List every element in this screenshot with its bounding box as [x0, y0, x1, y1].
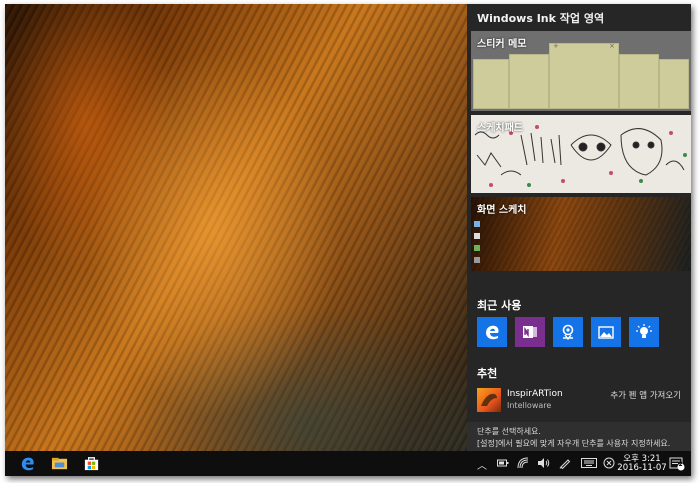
screen: Windows Ink 작업 영역 + × 스티커 메모 스케치패드 화면 스케…	[5, 4, 691, 476]
maps-icon	[562, 324, 574, 341]
sketchpad-label: 스케치패드	[477, 123, 523, 134]
photos-icon	[598, 326, 614, 339]
photos-app-tile[interactable]	[591, 317, 621, 347]
notification-count: 2	[678, 461, 683, 468]
battery-icon[interactable]	[497, 458, 509, 468]
onenote-icon	[523, 326, 537, 338]
store-icon[interactable]	[83, 455, 100, 472]
inspirartion-app-icon[interactable]	[477, 388, 501, 412]
sticky-note	[619, 54, 659, 109]
keyboard-icon[interactable]	[581, 458, 597, 468]
get-more-pen-apps-link[interactable]: 추가 펜 앱 가져오기	[610, 389, 681, 401]
close-circle-icon[interactable]	[603, 457, 615, 469]
sticky-note	[659, 59, 689, 109]
sketchpad-tile[interactable]: 스케치패드	[471, 115, 691, 193]
bird-icon	[481, 393, 497, 406]
panel-title: Windows Ink 작업 영역	[477, 12, 605, 25]
maps-app-tile[interactable]	[553, 317, 583, 347]
panel-footer: 단추를 선택하세요. [설정]에서 필요에 맞게 자우개 단추를 사용자 지정하…	[467, 422, 691, 451]
footer-hint-line1: 단추를 선택하세요.	[477, 427, 541, 436]
add-icon: +	[553, 42, 559, 50]
onenote-app-tile[interactable]	[515, 317, 545, 347]
lightbulb-icon	[636, 324, 652, 338]
volume-icon[interactable]	[537, 457, 550, 469]
sticky-note: + ×	[549, 42, 619, 109]
edge-app-tile[interactable]	[477, 317, 507, 347]
windows-ink-workspace: Windows Ink 작업 영역 + × 스티커 메모 스케치패드 화면 스케…	[467, 4, 691, 451]
edge-icon	[486, 325, 499, 340]
sticky-note	[473, 59, 509, 109]
network-icon[interactable]	[517, 457, 529, 469]
suggested-app-publisher: Intelloware	[507, 401, 552, 410]
mini-desktop-icons	[474, 221, 480, 263]
screen-sketch-tile[interactable]: 화면 스케치	[471, 197, 691, 271]
chevron-up-icon[interactable]: ︿	[477, 457, 487, 472]
sticky-notes-tile[interactable]: + × 스티커 메모	[471, 31, 691, 111]
action-center-button[interactable]: 2	[669, 456, 685, 471]
screen-sketch-label: 화면 스케치	[477, 205, 527, 216]
footer-hint-line2[interactable]: [설정]에서 필요에 맞게 자우개 단추를 사용자 지정하세요.	[477, 438, 670, 449]
tips-app-tile[interactable]	[629, 317, 659, 347]
taskbar: ︿ 오후 3:21 2016-11-07 2	[5, 451, 691, 476]
edge-icon[interactable]	[19, 455, 36, 472]
recently-used-label: 최근 사용	[477, 299, 522, 312]
sticky-note	[509, 54, 549, 109]
pen-icon[interactable]	[559, 457, 571, 469]
clock-date[interactable]: 2016-11-07	[617, 463, 667, 473]
suggested-app-name[interactable]: InspirARTion	[507, 389, 563, 399]
file-explorer-icon[interactable]	[51, 455, 68, 472]
close-icon: ×	[609, 42, 615, 50]
sticky-notes-label: 스티커 메모	[477, 39, 527, 50]
suggested-label: 추천	[477, 367, 498, 380]
